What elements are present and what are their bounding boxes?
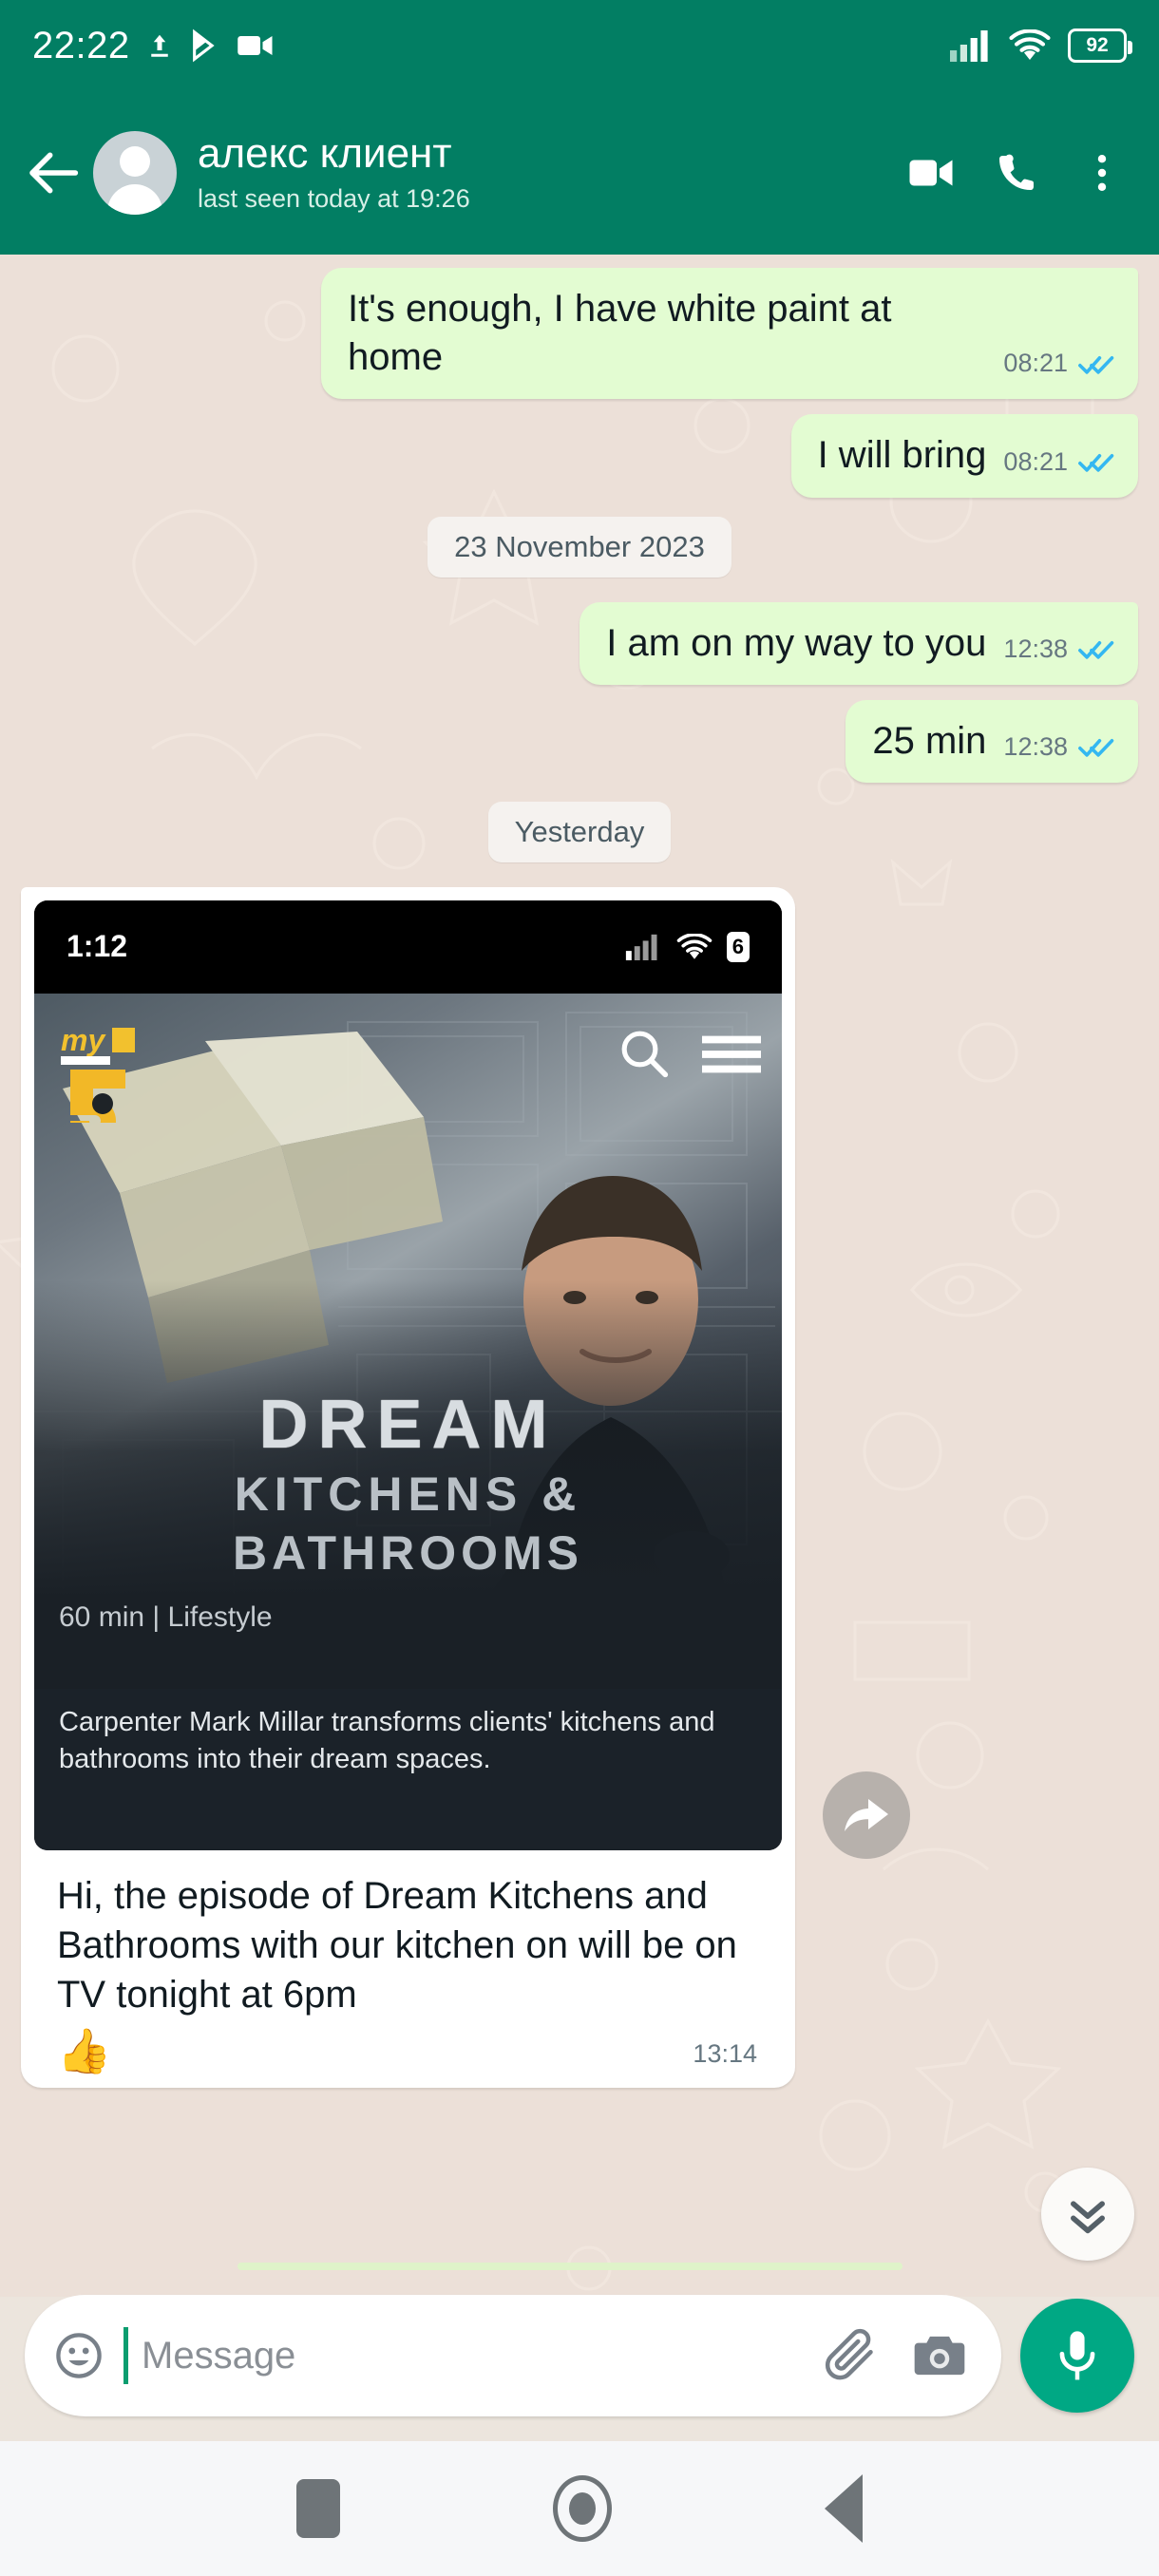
back-triangle-icon[interactable] bbox=[825, 2474, 863, 2543]
poster-title-line-2: KITCHENS & bbox=[234, 1467, 582, 1521]
status-bar-clock: 22:22 bbox=[32, 24, 130, 66]
message-meta: 08:21 bbox=[1003, 447, 1115, 481]
scroll-to-bottom-button[interactable] bbox=[1041, 2168, 1134, 2261]
media-caption-text: Hi, the episode of Dream Kitchens and Ba… bbox=[57, 1874, 737, 2016]
wifi-icon bbox=[676, 933, 712, 959]
overflow-menu-icon[interactable] bbox=[1079, 150, 1125, 196]
message-time: 13:14 bbox=[693, 2038, 757, 2068]
read-receipt-double-check-icon bbox=[1078, 641, 1114, 659]
avatar[interactable] bbox=[93, 131, 177, 215]
chat-message-list[interactable]: It's enough, I have white paint at home … bbox=[0, 255, 1159, 2297]
date-divider: 23 November 2023 bbox=[428, 516, 732, 578]
my5-logo: my bbox=[61, 1023, 135, 1123]
message-bubble-outgoing[interactable]: It's enough, I have white paint at home … bbox=[321, 268, 1138, 400]
attached-screenshot-image[interactable]: 1:12 6 my DREAM KITCHENS & BATHROOMS 60 … bbox=[34, 900, 782, 1850]
text-cursor bbox=[124, 2327, 128, 2384]
back-arrow-icon[interactable] bbox=[25, 142, 86, 203]
screenshot-clock: 1:12 bbox=[66, 929, 128, 964]
message-bubble-incoming-media[interactable]: 1:12 6 my DREAM KITCHENS & BATHROOMS 60 … bbox=[21, 886, 795, 2088]
read-receipt-double-check-icon bbox=[1078, 355, 1114, 374]
date-divider-row: Yesterday bbox=[0, 801, 1159, 862]
upload-icon bbox=[150, 34, 168, 57]
contact-name: алекс клиент bbox=[198, 129, 452, 177]
message-meta: 08:21 bbox=[1003, 349, 1115, 382]
cellular-signal-icon bbox=[625, 934, 657, 960]
battery-icon: 92 bbox=[1068, 28, 1132, 63]
voice-record-button[interactable] bbox=[1020, 2299, 1134, 2413]
poster-artwork: my DREAM KITCHENS & BATHROOMS 60 min | L… bbox=[34, 993, 782, 1689]
message-row: I will bring 08:21 bbox=[0, 414, 1159, 498]
play-store-icon bbox=[192, 28, 215, 63]
battery-level: 92 bbox=[1086, 34, 1109, 56]
video-recording-icon bbox=[237, 36, 273, 55]
message-text: I am on my way to you bbox=[606, 621, 987, 664]
double-chevron-down-icon bbox=[1071, 2201, 1105, 2234]
message-row: I am on my way to you 12:38 bbox=[0, 601, 1159, 685]
voice-call-icon[interactable] bbox=[994, 150, 1039, 196]
whatsapp-chat-screen: 22:22 92 алекс клиент last seen today at… bbox=[0, 0, 1159, 2576]
message-row: It's enough, I have white paint at home … bbox=[0, 268, 1159, 400]
android-navigation-bar bbox=[0, 2441, 1159, 2576]
emoji-smiley-icon[interactable] bbox=[53, 2330, 104, 2381]
microphone-icon bbox=[1059, 2331, 1095, 2380]
poster-title-line-3: BATHROOMS bbox=[232, 1525, 584, 1580]
message-meta: 12:38 bbox=[1003, 732, 1115, 766]
video-call-icon[interactable] bbox=[908, 150, 954, 196]
message-bubble-outgoing[interactable]: 25 min 12:38 bbox=[846, 699, 1138, 783]
poster-duration-genre: 60 min | Lifestyle bbox=[59, 1601, 273, 1633]
message-row: 25 min 12:38 bbox=[0, 699, 1159, 783]
poster-title-line-1: DREAM bbox=[258, 1386, 558, 1463]
message-meta: 12:38 bbox=[1003, 635, 1115, 668]
search-icon[interactable] bbox=[617, 1026, 670, 1079]
read-receipt-double-check-icon bbox=[1078, 454, 1114, 472]
message-time: 08:21 bbox=[1003, 349, 1068, 378]
wifi-icon bbox=[1009, 29, 1051, 61]
message-input-pill[interactable]: Message bbox=[25, 2295, 1001, 2416]
message-text: I will bring bbox=[817, 434, 987, 477]
message-time: 08:21 bbox=[1003, 446, 1068, 476]
screenshot-battery-icon: 6 bbox=[726, 931, 750, 962]
read-receipt-double-check-icon bbox=[1078, 739, 1114, 758]
contact-status: last seen today at 19:26 bbox=[198, 184, 470, 214]
home-circle-icon[interactable] bbox=[553, 2475, 612, 2542]
cellular-signal-icon bbox=[950, 30, 988, 62]
message-input-bar: Message bbox=[0, 2270, 1159, 2441]
messages-container: It's enough, I have white paint at home … bbox=[0, 255, 1159, 2088]
message-bubble-outgoing[interactable]: I am on my way to you 12:38 bbox=[580, 601, 1138, 685]
poster-title: DREAM KITCHENS & BATHROOMS bbox=[34, 1391, 782, 1577]
svg-text:my: my bbox=[61, 1023, 106, 1057]
date-divider-row: 23 November 2023 bbox=[0, 516, 1159, 578]
forward-arrow-icon bbox=[845, 1799, 888, 1831]
message-bubble-outgoing[interactable]: I will bring 08:21 bbox=[790, 414, 1138, 498]
partial-bubble-edge bbox=[238, 2263, 902, 2270]
system-status-bar: 22:22 92 bbox=[0, 0, 1159, 91]
contact-header[interactable]: алекс клиент last seen today at 19:26 bbox=[198, 129, 470, 214]
date-divider: Yesterday bbox=[487, 801, 672, 862]
paperclip-icon[interactable] bbox=[823, 2327, 880, 2384]
media-message-row: 1:12 6 my DREAM KITCHENS & BATHROOMS 60 … bbox=[0, 886, 1159, 2088]
message-text: 25 min bbox=[872, 719, 987, 762]
camera-icon[interactable] bbox=[912, 2330, 967, 2381]
message-time: 12:38 bbox=[1003, 634, 1068, 663]
hamburger-menu-icon[interactable] bbox=[702, 1033, 761, 1075]
recents-square-icon[interactable] bbox=[296, 2479, 340, 2538]
chat-app-bar: алекс клиент last seen today at 19:26 bbox=[0, 91, 1159, 255]
poster-description: Carpenter Mark Millar transforms clients… bbox=[34, 1688, 782, 1850]
media-message-meta: 13:14 bbox=[34, 2039, 782, 2088]
forward-message-button[interactable] bbox=[823, 1771, 910, 1859]
message-time: 12:38 bbox=[1003, 731, 1068, 761]
screenshot-status-bar: 1:12 6 bbox=[34, 900, 782, 994]
message-text: It's enough, I have white paint at home bbox=[348, 288, 892, 379]
message-input-placeholder[interactable]: Message bbox=[142, 2335, 804, 2377]
